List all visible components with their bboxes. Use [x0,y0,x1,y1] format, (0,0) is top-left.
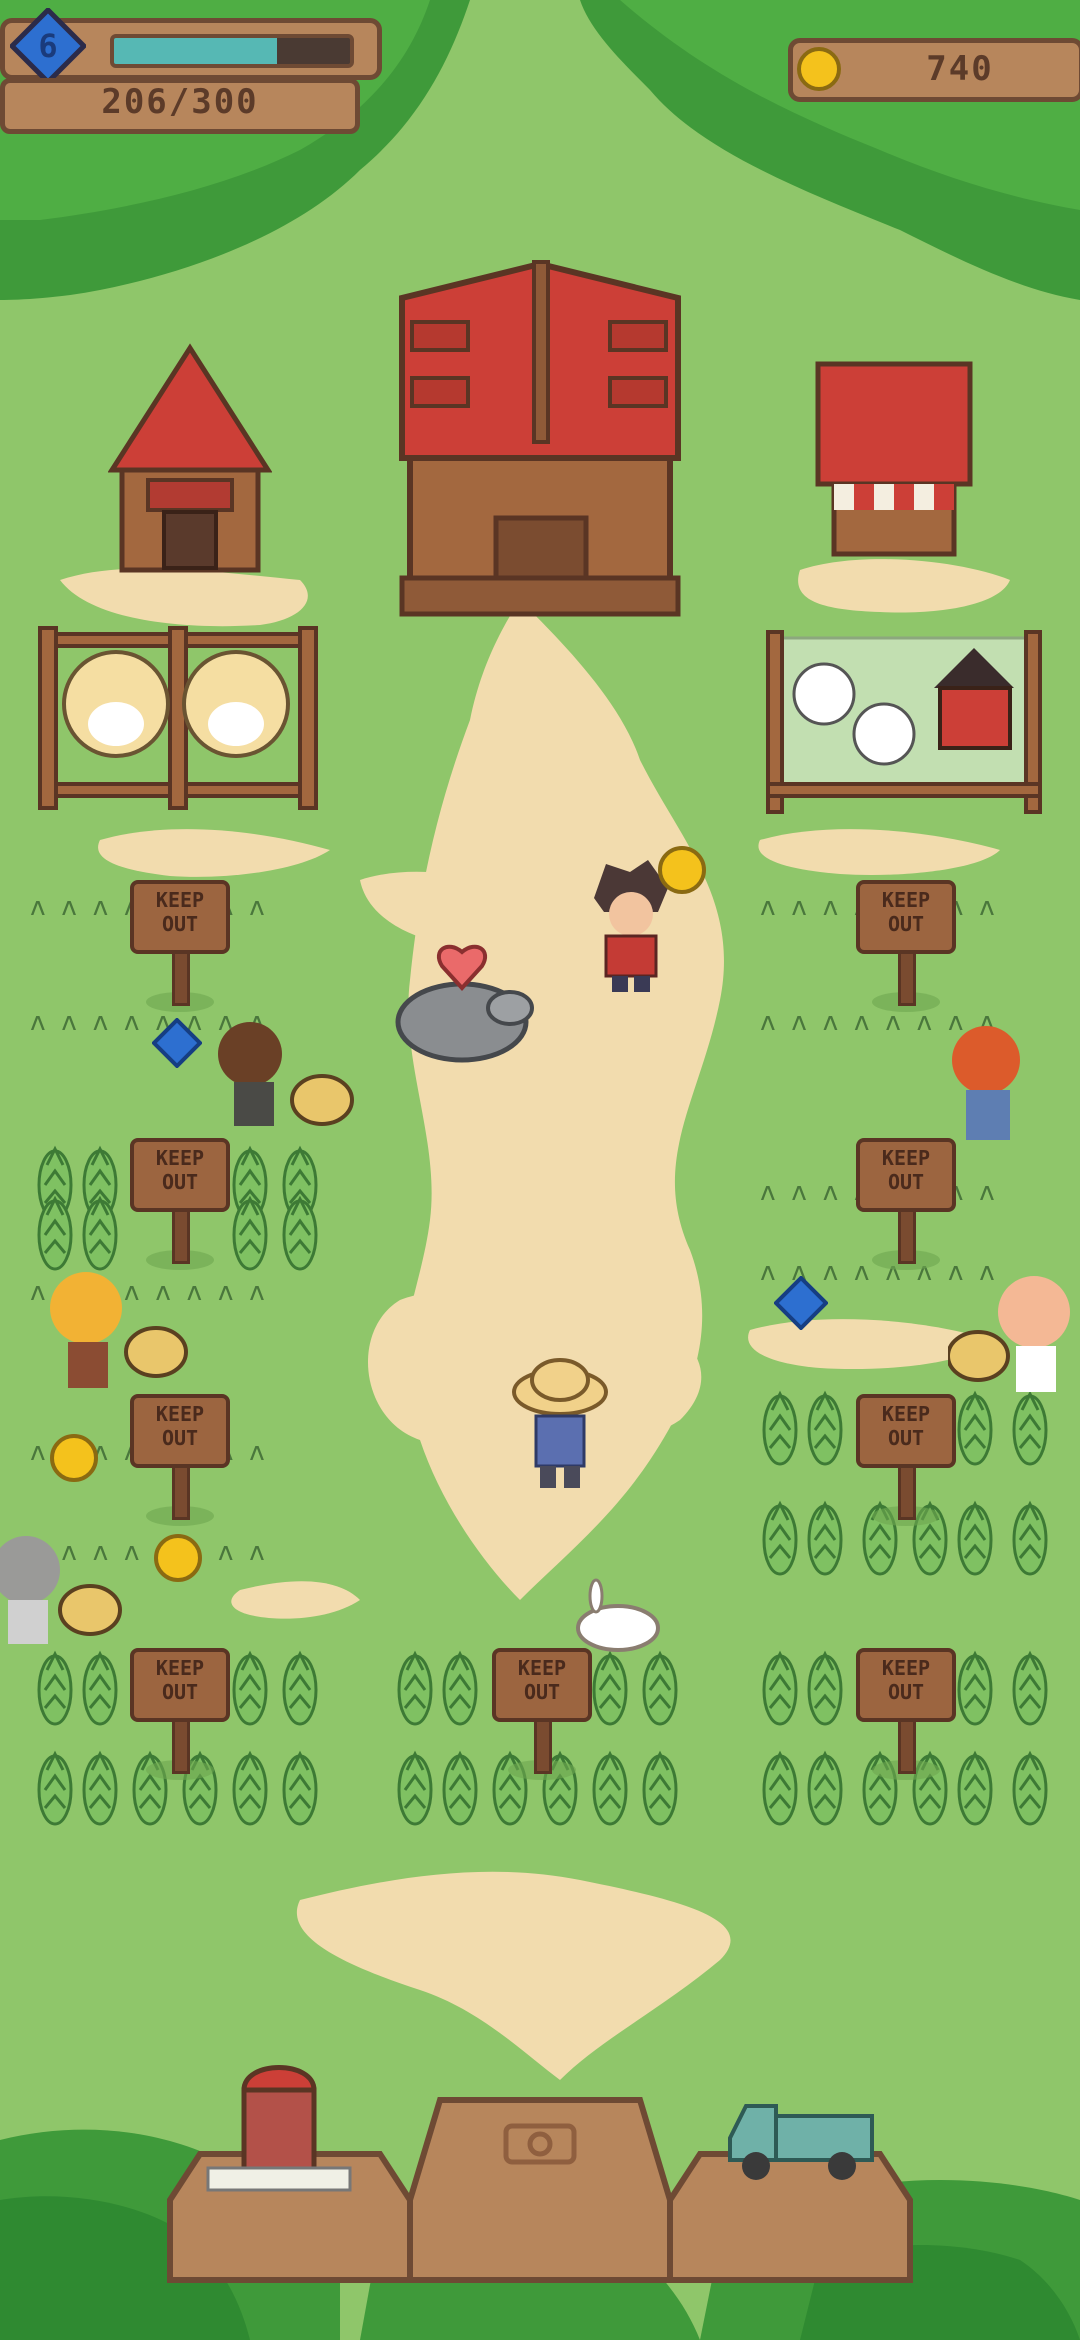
sign-text-line1: KEEP [881,1146,931,1170]
coin-icon[interactable] [656,844,708,896]
sign-text-line2: OUT [161,1170,199,1194]
farmer-straw-hat[interactable] [512,1356,608,1496]
keep-out-sign: KEEP OUT [856,1394,956,1526]
coin-icon[interactable] [48,1432,100,1484]
worker-grey-cap[interactable] [0,1536,124,1666]
coin-icon[interactable] [152,1532,204,1584]
keep-out-sign: KEEP OUT [130,1138,230,1270]
keep-out-sign: KEEP OUT [130,1648,230,1780]
sign-text-line1: KEEP [155,888,205,912]
sign-text-line2: OUT [887,1680,925,1704]
coin-count: 740 [926,49,994,89]
worker-bald[interactable] [948,1276,1078,1412]
worker-red-hair[interactable] [936,1010,1036,1160]
heart-icon [436,944,488,991]
keep-out-sign: KEEP OUT [130,1394,230,1526]
chicken-pen[interactable] [764,628,1044,818]
sign-text-line2: OUT [161,1680,199,1704]
farmhouse-building[interactable] [396,258,684,626]
sign-text-line2: OUT [887,1426,925,1450]
sheep-pen[interactable] [36,624,320,814]
bottom-dock [167,2097,913,2283]
sign-text-line2: OUT [161,912,199,936]
keep-out-sign: KEEP OUT [492,1648,592,1780]
pig-animal[interactable] [392,936,542,1072]
coin-icon [797,47,841,91]
xp-text: 206/300 [101,82,259,122]
sign-text-line1: KEEP [881,1402,931,1426]
sign-text-line1: KEEP [155,1146,205,1170]
gem-icon[interactable] [774,1276,828,1330]
sign-text-line2: OUT [161,1426,199,1450]
sign-text-line1: KEEP [155,1656,205,1680]
sign-text-line1: KEEP [517,1656,567,1680]
keep-out-sign: KEEP OUT [856,880,956,1012]
sign-text-line2: OUT [887,1170,925,1194]
silo-icon[interactable] [204,2050,354,2200]
sign-text-line2: OUT [523,1680,561,1704]
level-number: 6 [38,27,58,65]
truck-icon[interactable] [726,2096,876,2186]
sign-text-line1: KEEP [881,888,931,912]
worker-brown-hair[interactable] [210,1016,360,1146]
sign-text-line2: OUT [887,912,925,936]
xp-progress-fill [114,38,277,64]
coop-building[interactable] [108,340,272,580]
market-stall-building[interactable] [814,360,974,570]
keep-out-sign: KEEP OUT [130,880,230,1012]
xp-progress-bar [110,34,354,68]
farm-scene[interactable]: ʌ ʌ ʌ ʌ ʌ ʌ ʌ ʌ ʌ ʌ ʌ ʌ ʌ ʌ ʌ ʌ ʌ ʌ ʌ ʌ … [0,0,1080,2340]
sign-text-line1: KEEP [881,1656,931,1680]
gem-icon[interactable] [152,1018,202,1068]
rabbit-animal[interactable] [566,1578,662,1654]
camera-icon[interactable] [500,2120,580,2168]
keep-out-sign: KEEP OUT [856,1648,956,1780]
worker-blonde[interactable] [44,1272,194,1408]
